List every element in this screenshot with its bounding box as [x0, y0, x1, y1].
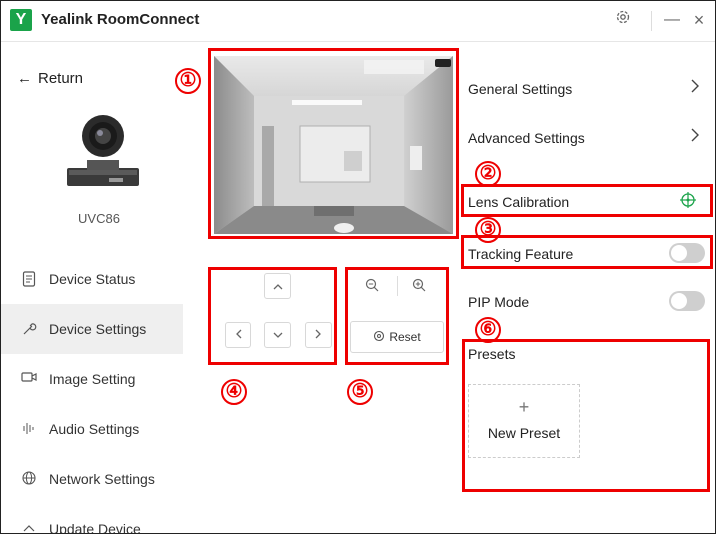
sidebar-item-image-setting[interactable]: Image Setting: [1, 354, 183, 404]
audio-bars-icon: [21, 421, 37, 437]
pan-right-button[interactable]: [305, 322, 332, 348]
sidebar-item-update-device[interactable]: Update Device: [1, 504, 183, 534]
back-arrow-icon: ←: [17, 70, 32, 87]
general-settings-label[interactable]: General Settings: [468, 81, 572, 97]
app-title: Yealink RoomConnect: [41, 11, 200, 28]
chevron-down-icon: [273, 332, 282, 338]
pip-mode-label: PIP Mode: [468, 294, 530, 310]
sidebar-item-label: Device Status: [49, 271, 136, 287]
sidebar-item-label: Network Settings: [49, 471, 155, 487]
lens-calibration-label: Lens Calibration: [468, 194, 570, 210]
reset-icon: [373, 323, 385, 353]
reset-label: Reset: [389, 330, 421, 344]
sidebar-item-label: Image Setting: [49, 371, 136, 387]
upload-icon: [21, 521, 37, 533]
document-icon: [21, 271, 37, 287]
camera-icon: [21, 371, 37, 387]
device-name: UVC86: [78, 211, 120, 226]
tracking-toggle[interactable]: [669, 243, 705, 263]
crosshair-icon[interactable]: [679, 191, 697, 214]
zoom-control-group: [350, 271, 444, 301]
new-preset-label: New Preset: [487, 425, 561, 441]
return-label: Return: [38, 70, 84, 87]
reset-button[interactable]: Reset: [350, 321, 444, 353]
minimize-button[interactable]: —: [661, 9, 683, 31]
toggle-knob: [671, 245, 687, 261]
sidebar-item-audio-settings[interactable]: Audio Settings: [1, 404, 183, 454]
callout-1: ①: [175, 68, 201, 94]
gear-icon[interactable]: [612, 9, 634, 31]
advanced-settings-label[interactable]: Advanced Settings: [468, 130, 585, 146]
pan-down-button[interactable]: [264, 322, 291, 348]
return-button[interactable]: ← Return: [17, 70, 83, 87]
zoom-divider: [397, 276, 398, 296]
sidebar-item-label: Audio Settings: [49, 421, 140, 437]
sidebar-item-device-settings[interactable]: Device Settings: [1, 304, 183, 354]
toggle-knob: [671, 293, 687, 309]
wrench-icon: [21, 321, 37, 337]
yealink-logo: Y: [10, 9, 32, 31]
chevron-right-icon[interactable]: [691, 79, 699, 98]
zoom-out-icon[interactable]: [365, 278, 379, 295]
tracking-feature-label: Tracking Feature: [468, 246, 574, 262]
chevron-left-icon: [235, 329, 241, 339]
chevron-up-icon: [273, 284, 282, 290]
callout-5: ⑤: [347, 379, 373, 405]
sidebar-item-device-status[interactable]: Device Status: [1, 254, 183, 304]
close-button[interactable]: ×: [688, 9, 710, 31]
sidebar-item-label: Device Settings: [49, 321, 147, 337]
globe-icon: [21, 471, 37, 487]
presets-label: Presets: [468, 346, 516, 362]
callout-box-1: [208, 48, 459, 239]
camera-device-image: [65, 112, 141, 190]
chevron-right-icon[interactable]: [691, 128, 699, 147]
sidebar-item-label: Update Device: [49, 521, 141, 534]
pip-toggle[interactable]: [669, 291, 705, 311]
chevron-right-icon: [315, 329, 321, 339]
pan-up-button[interactable]: [264, 273, 291, 299]
sidebar-item-network-settings[interactable]: Network Settings: [1, 454, 183, 504]
sidebar: ← Return UVC86 Device Status Device Sett…: [1, 42, 197, 534]
titlebar-divider: [651, 11, 652, 31]
title-bar: Y Yealink RoomConnect — ×: [1, 1, 715, 42]
new-preset-card[interactable]: + New Preset: [468, 384, 580, 458]
plus-icon: +: [518, 397, 530, 417]
callout-4: ④: [221, 379, 247, 405]
zoom-in-icon[interactable]: [412, 278, 426, 295]
pan-left-button[interactable]: [225, 322, 251, 348]
app-window: Y Yealink RoomConnect — × ← Return UVC86: [0, 0, 716, 534]
